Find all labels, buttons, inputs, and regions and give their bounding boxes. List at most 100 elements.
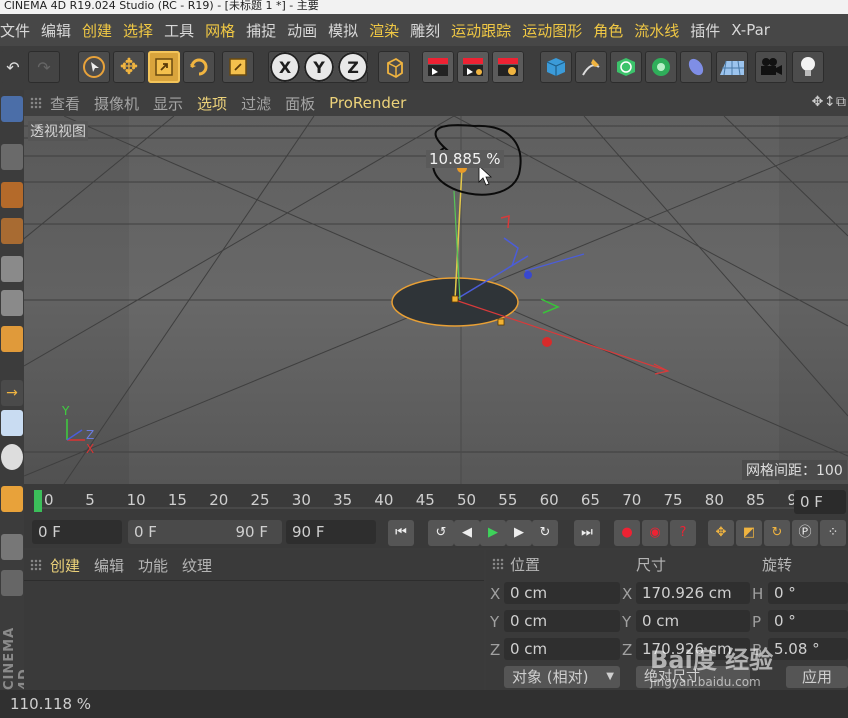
move-tool-icon[interactable]: ✥ bbox=[113, 51, 145, 83]
menu-snap[interactable]: 捕捉 bbox=[246, 20, 276, 41]
last-tool-icon[interactable] bbox=[222, 51, 254, 83]
render-settings-icon[interactable] bbox=[492, 51, 524, 83]
undo-icon[interactable]: ↶ bbox=[0, 51, 26, 83]
preview-range-slider[interactable]: 0 F 90 F bbox=[128, 520, 282, 544]
menu-motion-tracking[interactable]: 运动跟踪 bbox=[451, 20, 511, 41]
menu-mograph[interactable]: 运动图形 bbox=[522, 20, 582, 41]
workplane-icon[interactable] bbox=[1, 218, 23, 244]
points-mode-icon[interactable] bbox=[1, 256, 23, 282]
rotation-p-field[interactable]: 0 ° bbox=[768, 610, 848, 632]
cloner-icon[interactable] bbox=[645, 51, 677, 83]
menu-plugins[interactable]: 插件 bbox=[690, 20, 720, 41]
start-frame-field[interactable]: 0 F bbox=[32, 520, 122, 544]
polygons-mode-icon[interactable] bbox=[1, 326, 23, 352]
snap-icon[interactable] bbox=[1, 486, 23, 512]
menu-animate[interactable]: 动画 bbox=[287, 20, 317, 41]
play-icon[interactable]: ▶ bbox=[480, 520, 506, 546]
perspective-viewport[interactable]: 透视视图 10.885 % Y Z X 网格间距：100 bbox=[24, 116, 848, 484]
viewport-label: 透视视图 bbox=[28, 121, 88, 141]
menu-file[interactable]: 文件 bbox=[0, 20, 30, 41]
current-frame-field[interactable]: 0 F bbox=[794, 490, 846, 514]
key-scale-icon[interactable]: ◩ bbox=[736, 520, 762, 546]
gizmo-z-label: Z bbox=[86, 428, 95, 442]
redo-icon[interactable]: ↷ bbox=[28, 51, 60, 83]
deformer-icon[interactable] bbox=[680, 51, 712, 83]
scale-tool-icon[interactable] bbox=[148, 51, 180, 83]
key-rotation-icon[interactable]: ↻ bbox=[764, 520, 790, 546]
viewport-scene bbox=[24, 116, 848, 484]
end-frame-field[interactable]: 90 F bbox=[286, 520, 376, 544]
goto-start-icon[interactable]: ⏮ bbox=[388, 520, 414, 546]
subdivision-surface-icon[interactable] bbox=[610, 51, 642, 83]
menu-xparticles[interactable]: X-Par bbox=[731, 21, 770, 39]
keyframe-selection-icon[interactable]: ? bbox=[670, 520, 696, 546]
render-picture-viewer-icon[interactable] bbox=[457, 51, 489, 83]
size-axis-label: X bbox=[622, 585, 633, 603]
timeline-ruler[interactable]: 051015202530354045505560657075808590 0 F bbox=[24, 484, 848, 520]
pen-spline-icon[interactable] bbox=[575, 51, 607, 83]
viewport-menu-display[interactable]: 显示 bbox=[153, 93, 183, 114]
timeline-tick-label: 40 bbox=[374, 491, 394, 509]
coordinate-mode-select[interactable]: 对象 (相对) ▼ bbox=[504, 666, 620, 688]
solo-mode-icon[interactable] bbox=[1, 444, 23, 470]
axis-mode-icon[interactable]: → bbox=[1, 380, 23, 406]
key-pla-icon[interactable]: ⁘ bbox=[820, 520, 846, 546]
light-icon[interactable] bbox=[792, 51, 824, 83]
texture-mode-icon[interactable] bbox=[1, 182, 23, 208]
size-y-field[interactable]: 0 cm bbox=[636, 610, 750, 632]
viewport-menu-options[interactable]: 选项 bbox=[197, 93, 227, 114]
viewport-menu-view[interactable]: 查看 bbox=[50, 93, 80, 114]
cube-primitive-icon[interactable] bbox=[540, 51, 572, 83]
lock-workplane-icon[interactable] bbox=[1, 534, 23, 560]
y-axis-lock-button[interactable]: Y bbox=[304, 52, 334, 82]
tweak-mode-icon[interactable] bbox=[1, 410, 23, 436]
size-x-field[interactable]: 170.926 cm bbox=[636, 582, 750, 604]
key-position-icon[interactable]: ✥ bbox=[708, 520, 734, 546]
menu-edit[interactable]: 编辑 bbox=[41, 20, 71, 41]
menu-tools[interactable]: 工具 bbox=[164, 20, 194, 41]
key-parameter-icon[interactable]: Ⓟ bbox=[792, 520, 818, 546]
menu-pipeline[interactable]: 流水线 bbox=[634, 20, 679, 41]
scale-readout: 10.885 % bbox=[426, 150, 504, 168]
autokey-icon[interactable]: ◉ bbox=[642, 520, 668, 546]
viewport-nav-icons[interactable]: ✥ ↕ ⧉ bbox=[812, 94, 846, 110]
menu-simulate[interactable]: 模拟 bbox=[328, 20, 358, 41]
position-x-field[interactable]: 0 cm bbox=[504, 582, 620, 604]
menu-render[interactable]: 渲染 bbox=[369, 20, 399, 41]
goto-end-icon[interactable]: ⏭ bbox=[574, 520, 600, 546]
viewport-menu-filter[interactable]: 过滤 bbox=[241, 93, 271, 114]
position-y-field[interactable]: 0 cm bbox=[504, 610, 620, 632]
object-menu-functions[interactable]: 功能 bbox=[138, 555, 168, 576]
timeline-tick-label: 10 bbox=[126, 491, 146, 509]
object-menu-edit[interactable]: 编辑 bbox=[94, 555, 124, 576]
render-view-icon[interactable] bbox=[422, 51, 454, 83]
menu-create[interactable]: 创建 bbox=[82, 20, 112, 41]
viewport-menu-prorender[interactable]: ProRender bbox=[329, 94, 406, 112]
coordinate-system-icon[interactable] bbox=[378, 51, 410, 83]
menu-mesh[interactable]: 网格 bbox=[205, 20, 235, 41]
planar-workplane-icon[interactable] bbox=[1, 570, 23, 596]
viewport-menu-cameras[interactable]: 摄像机 bbox=[94, 93, 139, 114]
next-frame-icon[interactable]: ▶ bbox=[506, 520, 532, 546]
z-axis-lock-button[interactable]: Z bbox=[338, 52, 368, 82]
viewport-menu-panel[interactable]: 面板 bbox=[285, 93, 315, 114]
previous-key-icon[interactable]: ↺ bbox=[428, 520, 454, 546]
camera-icon[interactable] bbox=[755, 51, 787, 83]
floor-environment-icon[interactable] bbox=[716, 51, 748, 83]
record-key-icon[interactable]: ● bbox=[614, 520, 640, 546]
edges-mode-icon[interactable] bbox=[1, 290, 23, 316]
next-key-icon[interactable]: ↻ bbox=[532, 520, 558, 546]
object-menu-create[interactable]: 创建 bbox=[50, 555, 80, 576]
x-axis-lock-button[interactable]: X bbox=[270, 52, 300, 82]
live-select-icon[interactable] bbox=[78, 51, 110, 83]
menu-character[interactable]: 角色 bbox=[593, 20, 623, 41]
make-editable-icon[interactable] bbox=[1, 96, 23, 122]
object-menu-texture[interactable]: 纹理 bbox=[182, 555, 212, 576]
model-mode-icon[interactable] bbox=[1, 144, 23, 170]
menu-sculpt[interactable]: 雕刻 bbox=[410, 20, 440, 41]
rotate-tool-icon[interactable] bbox=[183, 51, 215, 83]
menu-select[interactable]: 选择 bbox=[123, 20, 153, 41]
previous-frame-icon[interactable]: ◀ bbox=[454, 520, 480, 546]
rotation-h-field[interactable]: 0 ° bbox=[768, 582, 848, 604]
position-z-field[interactable]: 0 cm bbox=[504, 638, 620, 660]
